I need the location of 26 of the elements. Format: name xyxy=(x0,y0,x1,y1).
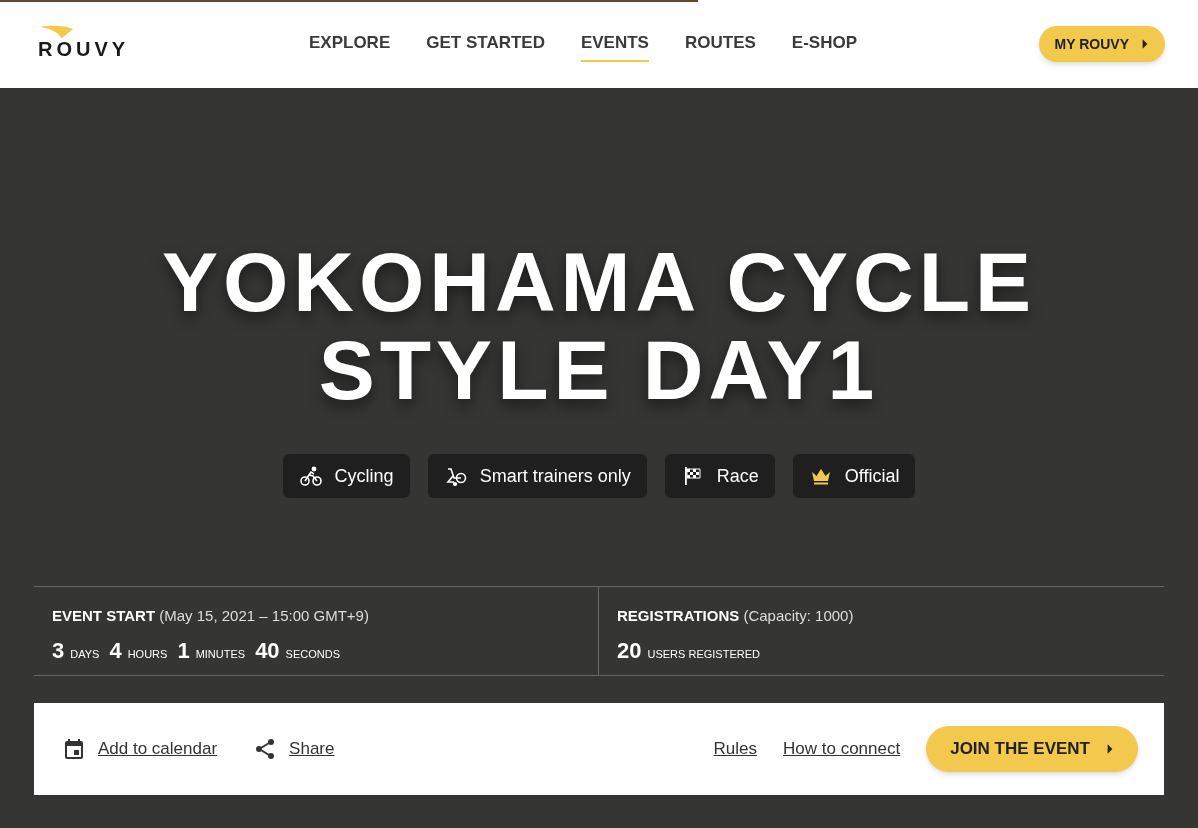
info-link[interactable]: How to connect xyxy=(783,736,901,762)
countdown: 3 DAYS 4 HOURS 1 MINUTES 40 SECONDS xyxy=(52,636,341,665)
nav-link[interactable]: GET STARTED xyxy=(426,30,545,62)
my-rouvy-button[interactable]: MY ROUVY xyxy=(1038,26,1165,62)
caret-icon xyxy=(1106,743,1114,755)
action-link[interactable]: Share xyxy=(289,736,335,762)
nav-link[interactable]: EXPLORE xyxy=(309,30,391,62)
action-link[interactable]: Add to calendar xyxy=(98,736,218,762)
event-start-heading: EVENT START (May 15, 2021 – 15:00 GMT+9) xyxy=(52,606,370,626)
join-event-button[interactable]: JOIN THE EVENT xyxy=(926,726,1138,772)
nav-link[interactable]: ROUTES xyxy=(684,30,756,62)
event-title: YOKOHAMA CYCLE STYLE DAY1 xyxy=(161,238,1037,414)
registration-count: 20 USERS REGISTERED xyxy=(617,636,761,665)
caret-icon xyxy=(1141,38,1149,50)
nav-link[interactable]: EVENTS xyxy=(580,30,649,62)
info-link[interactable]: Rules xyxy=(713,736,757,762)
swoosh-icon xyxy=(40,25,74,39)
tag-label: Cycling xyxy=(334,464,394,488)
tag-label: Official xyxy=(844,464,900,488)
cyclist-icon xyxy=(298,464,323,488)
nav-link[interactable]: E-SHOP xyxy=(791,30,857,62)
tag-label: Smart trainers only xyxy=(479,464,631,488)
tag-label: Race xyxy=(716,464,759,488)
rouvy-logo[interactable]: ROUVY xyxy=(38,29,138,59)
calendar-icon xyxy=(62,737,86,761)
registrations-heading: REGISTRATIONS (Capacity: 1000) xyxy=(617,606,855,626)
